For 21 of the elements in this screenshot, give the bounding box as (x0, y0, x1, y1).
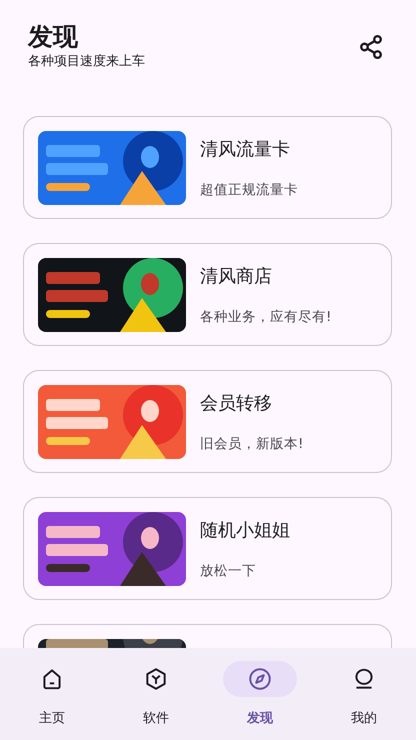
card-title: 清风商店 (200, 265, 273, 289)
list-card[interactable]: 清风流量卡 超值正规流量卡 (23, 116, 392, 219)
list-card[interactable]: 随机小姐姐 放松一下 (23, 497, 392, 600)
compass-icon (247, 666, 273, 692)
nav-tab[interactable]: 主页 (0, 648, 104, 740)
list-card[interactable]: 清风商店 各种业务，应有尽有! (23, 243, 392, 346)
card-title: 会员转移 (200, 392, 273, 416)
card-title: 随机小姐姐 (200, 519, 290, 543)
card-description: 旧会员，新版本! (200, 434, 304, 454)
share-icon[interactable] (358, 34, 384, 60)
card-description: 各种业务，应有尽有! (200, 308, 332, 327)
card-title: 清风流量卡 (200, 138, 291, 162)
list-card[interactable] (23, 624, 392, 648)
card-description: 超值正规流量卡 (200, 180, 298, 200)
nav-tab[interactable]: 我的 (312, 648, 416, 740)
nav-tab[interactable]: 软件 (104, 648, 208, 740)
page-subtitle: 各种项目速度来上车 (28, 53, 145, 71)
nav-tab[interactable]: 发现 (208, 648, 312, 740)
card-description: 放松一下 (200, 562, 257, 581)
page-title: 发现 (28, 22, 79, 52)
list-card[interactable]: 会员转移 旧会员，新版本! (23, 370, 392, 473)
